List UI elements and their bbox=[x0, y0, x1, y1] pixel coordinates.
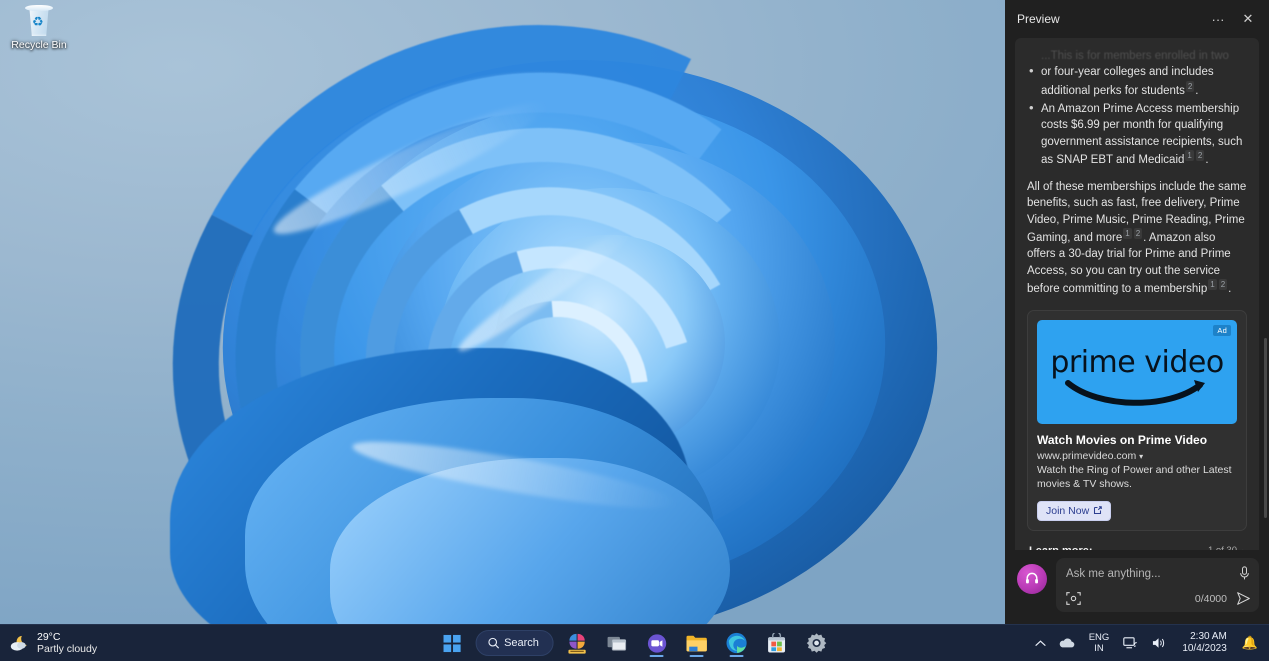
clock-date: 10/4/2023 bbox=[1182, 643, 1227, 655]
more-options-button[interactable]: ··· bbox=[1203, 6, 1233, 32]
character-counter: 0/4000 bbox=[1195, 593, 1227, 605]
ad-url[interactable]: www.primevideo.com ▾ bbox=[1037, 450, 1237, 462]
ad-url-text: www.primevideo.com bbox=[1037, 450, 1136, 462]
moon-cloud-icon bbox=[9, 633, 30, 654]
chat-input-tools: 0/4000 bbox=[1066, 591, 1251, 606]
bell-icon: 🔔 bbox=[1242, 635, 1258, 651]
join-now-label: Join Now bbox=[1046, 505, 1089, 517]
desktop[interactable]: ♻ Recycle Bin bbox=[0, 0, 1005, 661]
chat-input-row: Ask me anything... bbox=[1066, 566, 1251, 581]
windows-logo-icon bbox=[443, 634, 462, 653]
cloud-icon bbox=[1058, 637, 1075, 649]
ad-banner-image[interactable]: Ad prime video bbox=[1037, 320, 1237, 424]
teams-chat-icon bbox=[646, 633, 667, 654]
citation-ref[interactable]: 2 bbox=[1186, 81, 1194, 92]
windows-bloom-wallpaper bbox=[140, 28, 1000, 661]
join-now-button[interactable]: Join Now bbox=[1037, 501, 1111, 521]
preview-sidebar: Preview ··· ✕ ...This is for members enr… bbox=[1005, 0, 1269, 624]
preview-titlebar: Preview ··· ✕ bbox=[1005, 0, 1269, 38]
chat-input-container[interactable]: Ask me anything... bbox=[1056, 558, 1259, 612]
microphone-icon[interactable] bbox=[1238, 566, 1251, 581]
bullet-text: An Amazon Prime Access membership costs … bbox=[1041, 103, 1242, 166]
network-icon[interactable] bbox=[1118, 628, 1144, 658]
screen: ♻ Recycle Bin Preview ··· ✕ ...This is f… bbox=[0, 0, 1269, 661]
amazon-smile-icon bbox=[1062, 378, 1212, 406]
system-tray: ENG IN 2:30 AM 10/4/2023 bbox=[1030, 628, 1263, 658]
citation-page-count: 1 of 30 bbox=[1208, 545, 1237, 550]
citation-ref[interactable]: 2 bbox=[1219, 279, 1227, 290]
store-icon bbox=[767, 633, 787, 654]
settings-app[interactable] bbox=[800, 628, 834, 658]
citation-ref[interactable]: 2 bbox=[1134, 228, 1142, 239]
folder-icon bbox=[686, 633, 708, 653]
weather-text: 29°C Partly cloudy bbox=[37, 631, 97, 655]
paragraph-part-3: . bbox=[1228, 283, 1231, 295]
next-page-icon[interactable]: › bbox=[1242, 546, 1245, 550]
external-link-icon bbox=[1093, 506, 1102, 515]
ad-title: Watch Movies on Prime Video bbox=[1037, 433, 1237, 447]
bullet-text-end: . bbox=[1195, 84, 1198, 96]
office-pinwheel-icon bbox=[565, 632, 588, 655]
language-indicator[interactable]: ENG IN bbox=[1082, 628, 1117, 658]
start-button[interactable] bbox=[435, 628, 469, 658]
chevron-up-icon bbox=[1035, 639, 1046, 648]
chat-input[interactable]: Ask me anything... bbox=[1066, 568, 1238, 580]
search-label: Search bbox=[504, 637, 539, 649]
edge-browser[interactable] bbox=[720, 628, 754, 658]
microsoft-store[interactable] bbox=[760, 628, 794, 658]
clock[interactable]: 2:30 AM 10/4/2023 bbox=[1174, 628, 1235, 658]
language-line-2: IN bbox=[1094, 643, 1104, 654]
language-line-1: ENG bbox=[1089, 632, 1110, 643]
citation-ref[interactable]: 1 bbox=[1185, 150, 1193, 161]
chevron-down-icon[interactable]: ▾ bbox=[1139, 452, 1143, 461]
headset-glyph-icon bbox=[1024, 571, 1040, 587]
task-view[interactable] bbox=[600, 628, 634, 658]
learn-more-header: Learn more: 1 of 30 › bbox=[1027, 545, 1247, 550]
advertisement-card[interactable]: Ad prime video Watch Movies on Prime Vid… bbox=[1027, 310, 1247, 531]
search-icon bbox=[487, 637, 499, 649]
bullet-text-end: . bbox=[1205, 154, 1208, 166]
send-icon[interactable] bbox=[1236, 591, 1251, 606]
ad-badge: Ad bbox=[1213, 325, 1231, 336]
panel-scrollbar[interactable] bbox=[1264, 338, 1267, 518]
recycle-bin-icon: ♻ bbox=[23, 4, 55, 38]
answer-paragraph: All of these memberships include the sam… bbox=[1027, 179, 1247, 298]
task-view-icon bbox=[606, 634, 627, 653]
desktop-icon-label: Recycle Bin bbox=[11, 40, 66, 51]
answer-bullet-list: or four-year colleges and includes addit… bbox=[1027, 64, 1247, 169]
list-item: An Amazon Prime Access membership costs … bbox=[1027, 101, 1247, 169]
office-app[interactable] bbox=[560, 628, 594, 658]
desktop-icon-recycle-bin[interactable]: ♻ Recycle Bin bbox=[4, 4, 74, 62]
taskbar: 29°C Partly cloudy Search bbox=[0, 624, 1269, 661]
chat-composer: Ask me anything... bbox=[1005, 550, 1269, 624]
citation-ref[interactable]: 1 bbox=[1123, 228, 1131, 239]
prime-video-logo-text: prime video bbox=[1050, 345, 1223, 380]
clock-time: 2:30 AM bbox=[1190, 631, 1227, 643]
answer-scroll-area[interactable]: ...This is for members enrolled in two o… bbox=[1005, 38, 1269, 550]
close-icon[interactable]: ✕ bbox=[1233, 6, 1263, 32]
notifications-button[interactable]: 🔔 bbox=[1237, 628, 1263, 658]
file-explorer[interactable] bbox=[680, 628, 714, 658]
ad-description: Watch the Ring of Power and other Latest… bbox=[1037, 463, 1237, 492]
bing-chat-icon[interactable] bbox=[1017, 564, 1047, 594]
search-box[interactable]: Search bbox=[475, 630, 554, 656]
weather-condition: Partly cloudy bbox=[37, 643, 97, 655]
learn-more-label: Learn more: bbox=[1029, 545, 1208, 550]
chat-teams[interactable] bbox=[640, 628, 674, 658]
speaker-icon[interactable] bbox=[1146, 628, 1172, 658]
weather-temperature: 29°C bbox=[37, 631, 97, 643]
taskbar-center-group: Search bbox=[435, 628, 834, 658]
citation-ref[interactable]: 2 bbox=[1196, 150, 1204, 161]
onedrive-tray-icon[interactable] bbox=[1053, 628, 1080, 658]
answer-card: ...This is for members enrolled in two o… bbox=[1015, 38, 1259, 550]
citation-ref[interactable]: 1 bbox=[1208, 279, 1216, 290]
visual-search-icon[interactable] bbox=[1066, 591, 1195, 606]
gear-icon bbox=[806, 632, 828, 654]
show-hidden-icons-button[interactable] bbox=[1030, 628, 1051, 658]
weather-widget[interactable]: 29°C Partly cloudy bbox=[0, 631, 230, 655]
list-item: or four-year colleges and includes addit… bbox=[1027, 64, 1247, 99]
cutoff-text-line: ...This is for members enrolled in two bbox=[1041, 48, 1247, 64]
panel-title: Preview bbox=[1017, 12, 1203, 26]
edge-icon bbox=[726, 632, 748, 654]
